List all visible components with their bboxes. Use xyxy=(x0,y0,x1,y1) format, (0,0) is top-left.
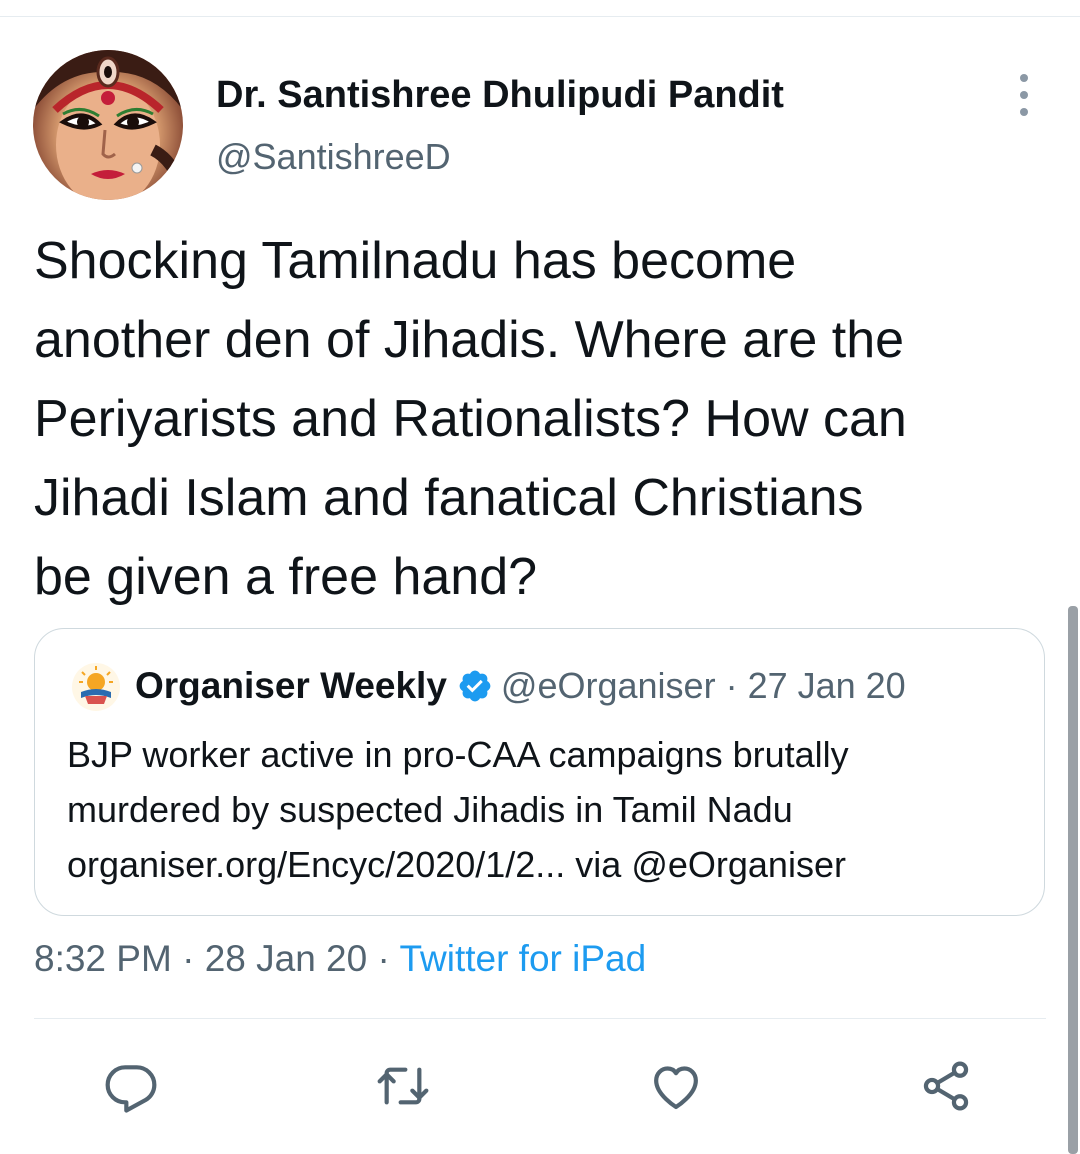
reply-button[interactable] xyxy=(103,1058,159,1114)
reply-icon xyxy=(105,1065,157,1113)
avatar-portrait-icon xyxy=(33,50,183,200)
timestamp-separator: · xyxy=(367,938,400,979)
like-icon xyxy=(654,1066,698,1110)
tweet-text: Shocking Tamilnadu has become another de… xyxy=(34,232,907,606)
tweet-date[interactable]: 28 Jan 20 xyxy=(205,938,368,979)
more-options-button[interactable] xyxy=(1008,74,1040,116)
more-dot-icon xyxy=(1020,74,1028,82)
more-dot-icon xyxy=(1020,108,1028,116)
quoted-tweet-header: Organiser Weekly @eOrganiser · 27 Jan 20 xyxy=(135,664,906,708)
quoted-tweet-date[interactable]: 27 Jan 20 xyxy=(748,665,906,707)
author-handle[interactable]: @SantishreeD xyxy=(216,136,451,178)
tweet-time[interactable]: 8:32 PM xyxy=(34,938,172,979)
quoted-tweet-text: BJP worker active in pro-CAA campaigns b… xyxy=(67,734,849,885)
organiser-logo-icon xyxy=(72,663,120,711)
author-avatar[interactable] xyxy=(33,50,183,200)
verified-badge-icon xyxy=(459,670,491,702)
quoted-tweet-card[interactable]: Organiser Weekly @eOrganiser · 27 Jan 20… xyxy=(34,628,1045,916)
retweet-button[interactable] xyxy=(375,1058,431,1114)
author-name[interactable]: Dr. Santishree Dhulipudi Pandit xyxy=(216,74,784,117)
timestamp-separator: · xyxy=(171,938,205,979)
share-icon xyxy=(923,1061,969,1111)
more-dot-icon xyxy=(1020,91,1028,99)
retweet-icon xyxy=(377,1067,429,1105)
tweet-source-link[interactable]: Twitter for iPad xyxy=(399,938,646,979)
tweet-timestamp-row: 8:32 PM · 28 Jan 20 · Twitter for iPad xyxy=(34,938,646,980)
scrollbar-thumb[interactable] xyxy=(1068,606,1078,1154)
top-divider xyxy=(0,16,1080,17)
share-button[interactable] xyxy=(918,1058,974,1114)
quoted-meta-separator: · xyxy=(715,665,748,706)
quoted-author-handle[interactable]: @eOrganiser xyxy=(501,665,716,707)
quoted-author-avatar[interactable] xyxy=(71,662,121,712)
tweet-detail-page: Dr. Santishree Dhulipudi Pandit @Santish… xyxy=(0,0,1080,1154)
quoted-author-name[interactable]: Organiser Weekly xyxy=(135,665,447,707)
like-button[interactable] xyxy=(648,1058,704,1114)
actions-divider xyxy=(34,1018,1046,1019)
